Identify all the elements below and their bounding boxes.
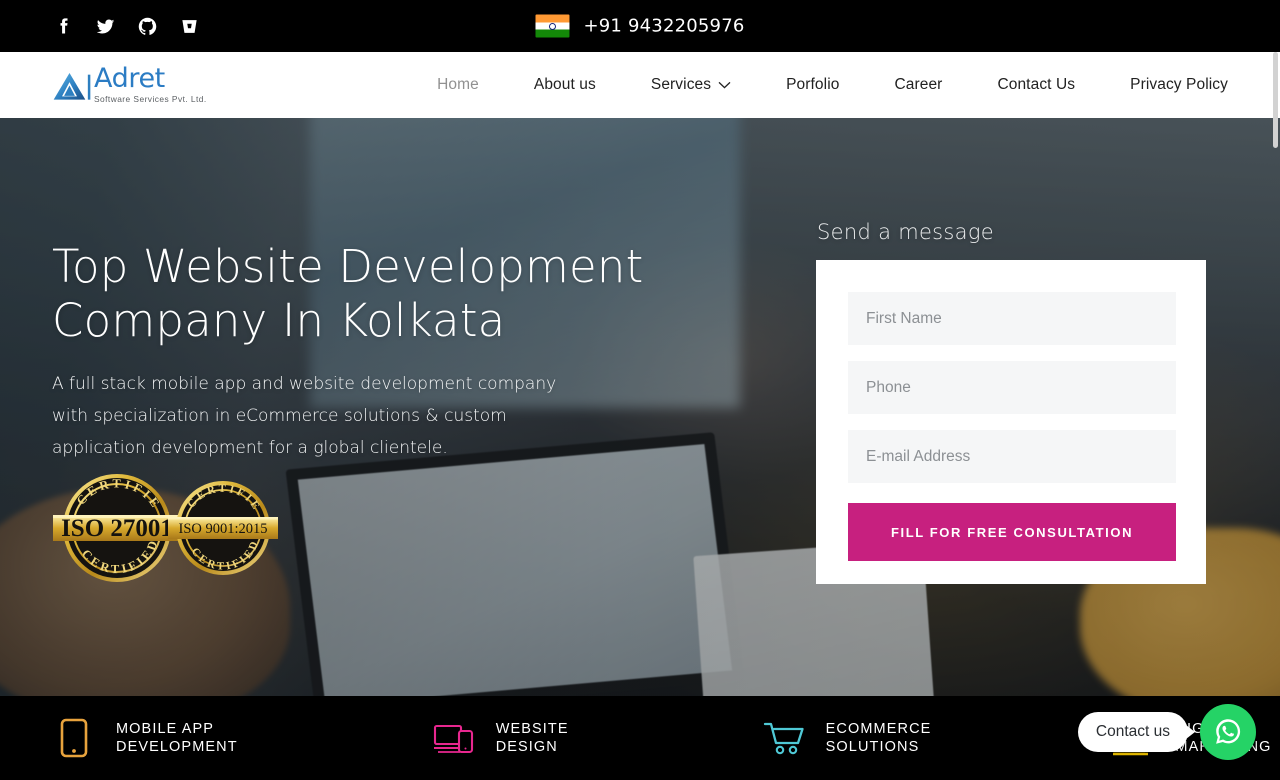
logo-tagline: Software Services Pvt. Ltd. <box>94 94 207 104</box>
iso-9001-badge: CERTIFIED CERTIFIED ISO 9001:2015 <box>167 478 278 575</box>
svg-text:ISO 27001: ISO 27001 <box>61 515 173 542</box>
nav-item-about-us[interactable]: About us <box>534 76 596 94</box>
nav-item-privacy-policy[interactable]: Privacy Policy <box>1130 76 1228 94</box>
hero-section: Top Website Development Company In Kolka… <box>0 118 1280 696</box>
iso-27001-badge: CERTIFIED CERTIFIED ISO 27001 <box>52 470 181 582</box>
mobile-phone-icon <box>52 717 96 759</box>
scrollbar-thumb[interactable] <box>1273 52 1278 148</box>
nav-label: Career <box>894 76 943 93</box>
nav-label: Contact Us <box>997 76 1076 93</box>
nav-label: Porfolio <box>786 76 840 93</box>
shopping-cart-icon <box>762 717 806 759</box>
nav-label: Home <box>437 76 479 93</box>
email-input[interactable] <box>848 430 1176 483</box>
service-ecommerce-solutions[interactable]: ECOMMERCE SOLUTIONS <box>762 717 932 759</box>
nav-item-contact-us[interactable]: Contact Us <box>997 76 1075 94</box>
hero-title: Top Website Development Company In Kolka… <box>52 240 644 347</box>
india-flag-icon <box>535 14 570 38</box>
logo-wordmark: Adret <box>94 63 165 94</box>
logo[interactable]: Adret Software Services Pvt. Ltd. <box>52 65 207 105</box>
nav-label: About us <box>533 76 596 93</box>
contact-form-card: FILL FOR FREE CONSULTATION <box>816 260 1206 584</box>
phone-input[interactable] <box>848 361 1176 414</box>
nav-item-services[interactable]: Services <box>651 76 731 94</box>
nav-item-home[interactable]: Home <box>437 76 479 94</box>
hero-subtitle: A full stack mobile app and website deve… <box>52 374 557 458</box>
phone-number[interactable]: +91 9432205976 <box>583 16 744 37</box>
fill-for-free-consultation-button[interactable]: FILL FOR FREE CONSULTATION <box>848 503 1176 561</box>
whatsapp-widget[interactable]: Contact us <box>1077 704 1256 760</box>
nav-label: Services <box>650 76 712 93</box>
service-label: WEBSITE DESIGN <box>495 721 569 755</box>
github-icon[interactable] <box>136 15 158 37</box>
hero-content: Top Website Development Company In Kolka… <box>0 118 1280 696</box>
nav-item-porfolio[interactable]: Porfolio <box>786 76 839 94</box>
nav-label: Privacy Policy <box>1130 76 1228 93</box>
service-label: MOBILE APP DEVELOPMENT <box>116 721 238 755</box>
twitter-icon[interactable] <box>94 15 116 37</box>
top-bar: +91 9432205976 <box>0 0 1280 52</box>
main-navigation: Home About us Services Porfolio Career C… <box>437 76 1228 94</box>
form-heading: Send a message <box>817 220 994 244</box>
service-label: ECOMMERCE SOLUTIONS <box>825 721 932 755</box>
bitbucket-icon[interactable] <box>178 15 200 37</box>
laptop-mobile-icon <box>432 717 476 759</box>
page-scrollbar[interactable] <box>1271 52 1280 780</box>
svg-text:ISO 9001:2015: ISO 9001:2015 <box>178 521 267 537</box>
site-header: Adret Software Services Pvt. Ltd. Home A… <box>0 52 1280 118</box>
certification-badges: CERTIFIED CERTIFIED ISO 27001 <box>52 470 279 586</box>
services-bar: MOBILE APP DEVELOPMENT WEBSITE DESIGN ECOM… <box>0 696 1280 780</box>
whatsapp-icon <box>1216 719 1241 744</box>
whatsapp-bubble-label[interactable]: Contact us <box>1077 712 1188 752</box>
nav-item-career[interactable]: Career <box>894 76 942 94</box>
social-links <box>52 15 200 37</box>
phone-contact[interactable]: +91 9432205976 <box>535 14 744 38</box>
facebook-icon[interactable] <box>52 15 74 37</box>
service-website-design[interactable]: WEBSITE DESIGN <box>432 717 569 759</box>
service-mobile-app-development[interactable]: MOBILE APP DEVELOPMENT <box>52 717 238 759</box>
whatsapp-button[interactable] <box>1200 704 1256 760</box>
chevron-down-icon <box>718 76 731 94</box>
adret-triangle-icon <box>53 73 91 100</box>
first-name-input[interactable] <box>848 292 1176 345</box>
